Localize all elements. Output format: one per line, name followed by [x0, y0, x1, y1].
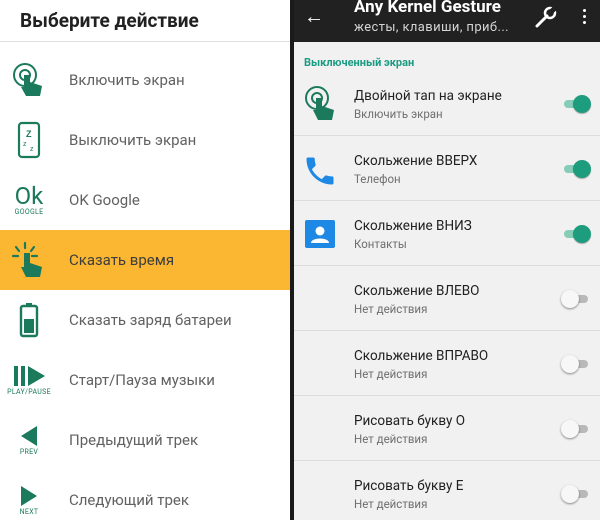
action-item-screen-off[interactable]: Z z z Выключить экран: [0, 110, 290, 170]
svg-text:z: z: [23, 141, 27, 148]
setting-title: Двойной тап на экране: [354, 88, 502, 104]
setting-toggle[interactable]: [561, 484, 588, 504]
setting-toggle[interactable]: [562, 159, 591, 179]
next-caption: NEXT: [19, 508, 39, 516]
action-label: Выключить экран: [69, 131, 197, 149]
action-item-prev-track[interactable]: PREV Предыдущий трек: [0, 410, 290, 470]
ok-google-icon: Ok GOOGLE: [0, 170, 58, 230]
setting-title: Рисовать букву О: [354, 413, 466, 429]
setting-row-draw-o[interactable]: Рисовать букву О Нет действия: [294, 397, 600, 461]
setting-toggle[interactable]: [561, 419, 588, 439]
prev-caption: PREV: [19, 448, 39, 456]
ok-text: Ok: [14, 182, 44, 210]
dialog-title: Выберите действие: [0, 0, 290, 42]
settings-screen: ← Any Kernel Gesture жесты, клавиши, при…: [294, 0, 600, 520]
action-item-ok-google[interactable]: Ok GOOGLE OK Google: [0, 170, 290, 230]
setting-toggle[interactable]: [561, 289, 588, 309]
tap-hand-icon: [0, 50, 58, 110]
back-arrow-icon[interactable]: ←: [304, 4, 324, 29]
toolbar: ← Any Kernel Gesture жесты, клавиши, при…: [294, 0, 600, 42]
tap-hand-icon: [0, 230, 58, 290]
setting-summary: Включить экран: [354, 107, 443, 121]
phone-icon: [302, 149, 338, 189]
play-pause-icon: PLAY/PAUSE: [0, 350, 58, 410]
setting-toggle[interactable]: [561, 354, 588, 374]
setting-title: Скольжение ВПРАВО: [354, 348, 489, 364]
setting-title: Рисовать букву Е: [354, 478, 464, 494]
setting-summary: Нет действия: [354, 367, 428, 381]
setting-title: Скольжение ВНИЗ: [354, 218, 472, 234]
wrench-icon[interactable]: [534, 5, 558, 32]
setting-row-swipe-right[interactable]: Скольжение ВПРАВО Нет действия: [294, 332, 600, 396]
choose-action-dialog: Выберите действие Включить экран Z z z В…: [0, 0, 290, 520]
setting-summary: Нет действия: [354, 497, 428, 511]
phone-sleep-icon: Z z z: [0, 110, 58, 170]
action-item-next-track[interactable]: NEXT Следующий трек: [0, 470, 290, 520]
setting-summary: Контакты: [354, 237, 407, 251]
next-track-icon: NEXT: [0, 470, 58, 520]
svg-text:z: z: [30, 146, 34, 153]
setting-row-swipe-up[interactable]: Скольжение ВВЕРХ Телефон: [294, 137, 600, 201]
action-label: OK Google: [69, 191, 140, 209]
app-title: Any Kernel Gesture: [354, 0, 501, 17]
more-options-icon[interactable]: [583, 9, 587, 27]
app-subtitle: жесты, клавиши, приб...: [354, 20, 509, 35]
setting-summary: Нет действия: [354, 302, 428, 316]
action-label: Включить экран: [69, 71, 185, 89]
action-label: Старт/Пауза музыки: [69, 371, 215, 389]
action-label: Сказать заряд батареи: [69, 311, 232, 329]
contacts-icon: [302, 214, 338, 254]
action-item-play-pause[interactable]: PLAY/PAUSE Старт/Пауза музыки: [0, 350, 290, 410]
svg-text:Z: Z: [26, 129, 32, 139]
action-item-say-time[interactable]: Сказать время: [0, 230, 290, 290]
setting-row-swipe-down[interactable]: Скольжение ВНИЗ Контакты: [294, 202, 600, 266]
setting-row-swipe-left[interactable]: Скольжение ВЛЕВО Нет действия: [294, 267, 600, 331]
action-label: Сказать время: [69, 251, 175, 269]
setting-title: Скольжение ВВЕРХ: [354, 153, 478, 169]
tap-hand-icon: [302, 84, 338, 124]
play-pause-caption: PLAY/PAUSE: [7, 388, 51, 396]
battery-icon: [0, 290, 58, 350]
google-caption: GOOGLE: [14, 208, 44, 216]
setting-toggle[interactable]: [562, 224, 591, 244]
setting-row-double-tap[interactable]: Двойной тап на экране Включить экран: [294, 72, 600, 136]
action-item-battery[interactable]: Сказать заряд батареи: [0, 290, 290, 350]
section-header: Выключенный экран: [304, 56, 415, 69]
setting-row-draw-e[interactable]: Рисовать букву Е Нет действия: [294, 462, 600, 520]
setting-title: Скольжение ВЛЕВО: [354, 283, 480, 299]
action-label: Предыдущий трек: [69, 431, 199, 449]
action-item-screen-on[interactable]: Включить экран: [0, 50, 290, 110]
action-label: Следующий трек: [69, 491, 189, 509]
prev-track-icon: PREV: [0, 410, 58, 470]
setting-toggle[interactable]: [562, 94, 591, 114]
setting-summary: Телефон: [354, 172, 401, 186]
setting-summary: Нет действия: [354, 432, 428, 446]
